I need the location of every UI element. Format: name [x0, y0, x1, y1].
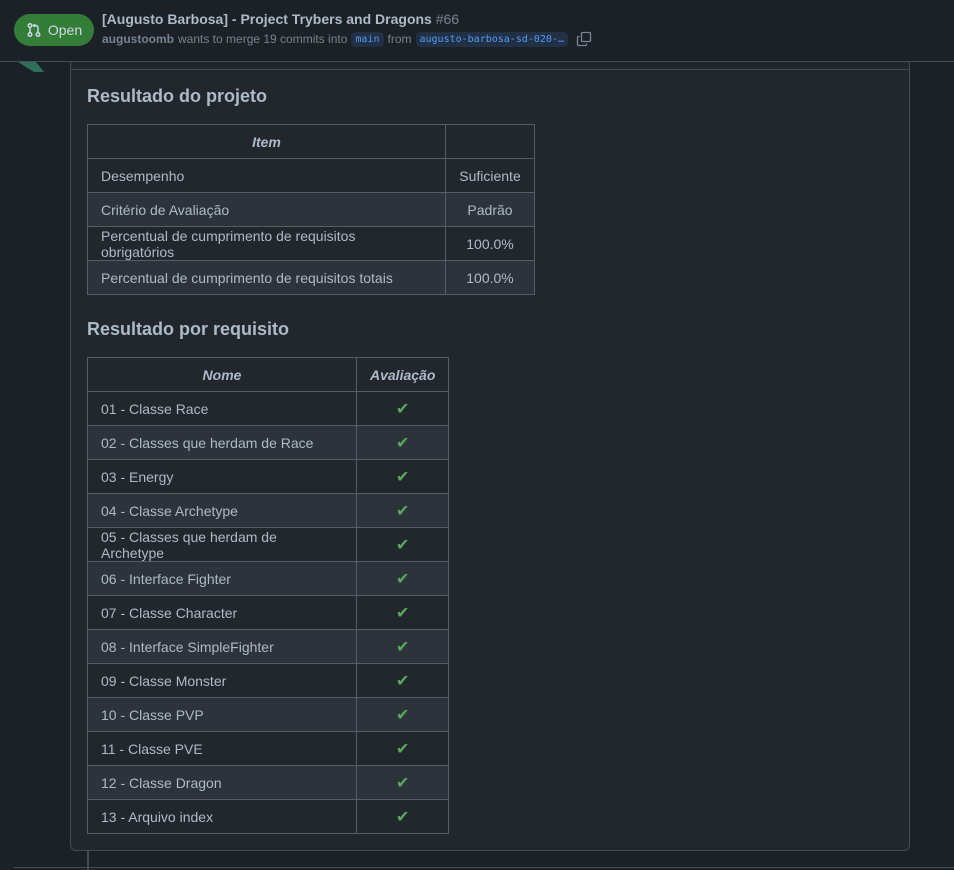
- table-cell: 05 - Classes que herdam de Archetype: [87, 527, 357, 562]
- pr-merge-text: wants to merge 19 commits into: [178, 32, 348, 46]
- table-cell: Padrão: [445, 192, 535, 227]
- table-row: 03 - Energy ✔: [87, 459, 450, 494]
- table-cell: Critério de Avaliação: [87, 192, 446, 227]
- table-row: Percentual de cumprimento de requisitos …: [87, 226, 535, 261]
- table-row: 13 - Arquivo index ✔: [87, 799, 450, 834]
- table-row: 09 - Classe Monster ✔: [87, 663, 450, 698]
- table-cell: 02 - Classes que herdam de Race: [87, 425, 357, 460]
- summary-heading: Resultado do projeto: [87, 86, 267, 106]
- table-cell: 12 - Classe Dragon: [87, 765, 357, 800]
- pr-number: #66: [435, 11, 460, 27]
- table-cell: Percentual de cumprimento de requisitos …: [87, 226, 446, 261]
- pr-author-link[interactable]: augustoomb: [102, 32, 174, 46]
- git-pull-request-icon: [27, 22, 41, 38]
- divider: [14, 867, 954, 868]
- pr-meta: augustoomb wants to merge 19 commits int…: [102, 31, 592, 47]
- table-row: Percentual de cumprimento de requisitos …: [87, 260, 535, 295]
- pr-from-text: from: [387, 32, 412, 46]
- head-branch[interactable]: augusto-barbosa-sd-020-…: [415, 31, 568, 47]
- pr-title-text: [Augusto Barbosa] - Project Trybers and …: [102, 11, 432, 27]
- check-mark-icon: ✔: [355, 799, 450, 834]
- pr-title[interactable]: [Augusto Barbosa] - Project Trybers and …: [102, 11, 459, 27]
- summary-column-header: Item: [87, 124, 446, 159]
- requirements-column-header: Nome: [87, 357, 357, 392]
- check-mark-icon: ✔: [355, 595, 450, 630]
- table-row: Desempenho Suficiente: [87, 158, 535, 193]
- pr-header: Open [Augusto Barbosa] - Project Trybers…: [0, 0, 954, 62]
- avatar-fragment: [18, 62, 44, 72]
- comment-body: Resultado do projeto Item Desempenho Suf…: [70, 62, 910, 851]
- check-mark-icon: ✔: [355, 697, 450, 732]
- table-cell: Suficiente: [445, 158, 535, 193]
- table-cell: 08 - Interface SimpleFighter: [87, 629, 357, 664]
- table-cell: 07 - Classe Character: [87, 595, 357, 630]
- table-row: 04 - Classe Archetype ✔: [87, 493, 450, 528]
- table-row: 06 - Interface Fighter ✔: [87, 561, 450, 596]
- table-row: 08 - Interface SimpleFighter ✔: [87, 629, 450, 664]
- table-cell: 06 - Interface Fighter: [87, 561, 357, 596]
- divider: [71, 69, 909, 70]
- table-cell: Desempenho: [87, 158, 446, 193]
- summary-table: Item Desempenho Suficiente Critério de A…: [87, 124, 535, 295]
- pr-status-label: Open: [47, 22, 83, 38]
- table-row: 10 - Classe PVP ✔: [87, 697, 450, 732]
- check-mark-icon: ✔: [355, 561, 450, 596]
- table-cell: 09 - Classe Monster: [87, 663, 357, 698]
- table-row: 11 - Classe PVE ✔: [87, 731, 450, 766]
- check-mark-icon: ✔: [355, 459, 450, 494]
- check-mark-icon: ✔: [355, 391, 450, 426]
- table-cell: 13 - Arquivo index: [87, 799, 357, 834]
- check-mark-icon: ✔: [355, 493, 450, 528]
- table-row: 07 - Classe Character ✔: [87, 595, 450, 630]
- table-cell: 11 - Classe PVE: [87, 731, 357, 766]
- check-mark-icon: ✔: [355, 765, 450, 800]
- table-row: 05 - Classes que herdam de Archetype ✔: [87, 527, 450, 562]
- table-cell: Percentual de cumprimento de requisitos …: [87, 260, 446, 295]
- table-cell: 01 - Classe Race: [87, 391, 357, 426]
- base-branch[interactable]: main: [351, 31, 384, 47]
- check-mark-icon: ✔: [355, 425, 450, 460]
- copy-icon[interactable]: [576, 31, 592, 47]
- requirements-column-header: Avaliação: [355, 357, 450, 392]
- table-row: 12 - Classe Dragon ✔: [87, 765, 450, 800]
- table-cell: 10 - Classe PVP: [87, 697, 357, 732]
- requirements-table: Nome Avaliação 01 - Classe Race ✔ 02 - Cl…: [87, 357, 450, 834]
- table-row: 02 - Classes que herdam de Race ✔: [87, 425, 450, 460]
- check-mark-icon: ✔: [355, 629, 450, 664]
- summary-column-header: [445, 124, 535, 159]
- check-mark-icon: ✔: [355, 731, 450, 766]
- table-row: Critério de Avaliação Padrão: [87, 192, 535, 227]
- check-mark-icon: ✔: [355, 663, 450, 698]
- table-row: 01 - Classe Race ✔: [87, 391, 450, 426]
- table-cell: 03 - Energy: [87, 459, 357, 494]
- table-cell: 100.0%: [445, 260, 535, 295]
- table-cell: 100.0%: [445, 226, 535, 261]
- requirements-heading: Resultado por requisito: [87, 319, 290, 339]
- table-cell: 04 - Classe Archetype: [87, 493, 357, 528]
- check-mark-icon: ✔: [355, 527, 450, 562]
- pr-status-badge: Open: [14, 14, 94, 46]
